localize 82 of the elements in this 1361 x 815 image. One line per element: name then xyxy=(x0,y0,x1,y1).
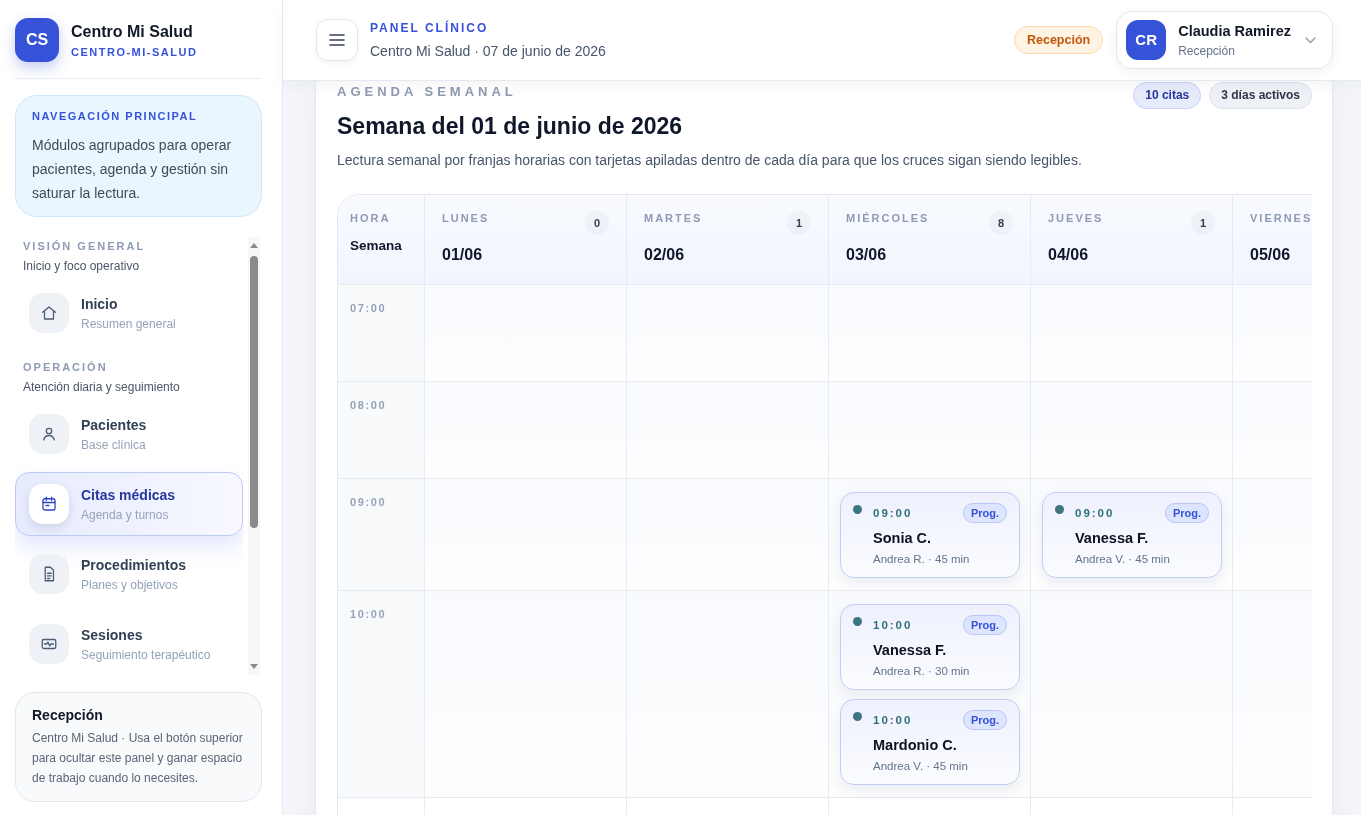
day-name: LUNES xyxy=(442,211,490,225)
nav-item[interactable]: Citas médicas Agenda y turnos xyxy=(15,472,243,536)
appointment-card[interactable]: 09:00 Prog. Vanessa F. Andrea V. · 45 min xyxy=(1042,492,1222,578)
day-name: MARTES xyxy=(644,211,703,225)
panel-subtitle: Centro Mi Salud · 07 de junio de 2026 xyxy=(370,41,606,61)
time-label: 09:00 xyxy=(350,496,388,508)
menu-icon[interactable] xyxy=(329,34,345,46)
day-count-badge: 1 xyxy=(787,211,811,235)
nav-item[interactable]: Procedimientos Planes y objetivos xyxy=(15,542,243,606)
pulse-card-icon xyxy=(29,624,69,664)
status-badge: Prog. xyxy=(962,503,1007,523)
status-dot-icon xyxy=(1055,505,1064,514)
day-date: 05/06 xyxy=(1250,245,1292,265)
scrollbar-thumb[interactable] xyxy=(250,256,258,528)
time-label: 08:00 xyxy=(350,399,388,411)
day-date: 01/06 xyxy=(442,245,484,265)
scroll-up-arrow-icon[interactable] xyxy=(250,243,258,248)
week-label: Semana xyxy=(350,237,403,255)
section-label: VISIÓN GENERAL xyxy=(22,239,147,253)
user-avatar: CR xyxy=(1126,20,1167,60)
role-badge: Recepción xyxy=(1013,26,1104,54)
panel-eyebrow: PANEL CLÍNICO xyxy=(370,19,490,36)
agenda-description: Lectura semanal por franjas horarias con tarjetas apiladas dentro de cada día para que los cruces sigan siendo legibles. xyxy=(337,151,1082,170)
nav-info-title: NAVEGACIÓN PRINCIPAL xyxy=(32,109,199,123)
appointment-detail: Andrea R. · 30 min xyxy=(873,664,971,679)
section-subtitle: Inicio y foco operativo xyxy=(22,258,141,274)
appointment-card[interactable]: 10:00 Prog. Vanessa F. Andrea R. · 30 min xyxy=(840,604,1020,690)
patient-name: Vanessa F. xyxy=(873,641,948,659)
day-count-badge: 0 xyxy=(585,211,609,235)
status-badge: Prog. xyxy=(962,615,1007,635)
appointment-time: 09:00 xyxy=(873,506,913,520)
agenda-eyebrow: AGENDA SEMANAL xyxy=(337,84,518,100)
day-date: 04/06 xyxy=(1048,245,1090,265)
day-date: 02/06 xyxy=(644,245,686,265)
status-dot-icon xyxy=(853,712,862,721)
appointment-detail: Andrea R. · 45 min xyxy=(873,552,971,567)
status-badge: Prog. xyxy=(1164,503,1209,523)
patient-name: Mardonio C. xyxy=(873,736,958,754)
status-dot-icon xyxy=(853,617,862,626)
patient-name: Vanessa F. xyxy=(1075,529,1150,547)
day-date: 03/06 xyxy=(846,245,888,265)
nav-info-text: Módulos agrupados para operar pacientes, agenda y gestión sin saturar la lectura. xyxy=(32,136,233,203)
appointment-detail: Andrea V. · 45 min xyxy=(873,759,969,774)
time-label: 07:00 xyxy=(350,302,388,314)
user-menu-button[interactable]: CR Claudia Ramirez Recepción xyxy=(1116,11,1333,69)
role-info-title: Recepción xyxy=(32,706,104,724)
brand-slug: CENTRO-MI-SALUD xyxy=(71,45,198,59)
scrollbar-track[interactable] xyxy=(248,237,260,675)
appointment-time: 10:00 xyxy=(873,713,913,727)
nav-item[interactable]: Pacientes Base clínica xyxy=(15,402,243,466)
document-icon xyxy=(29,554,69,594)
status-dot-icon xyxy=(853,505,862,514)
appointment-card[interactable]: 09:00 Prog. Sonia C. Andrea R. · 45 min xyxy=(840,492,1020,578)
agenda-title: Semana del 01 de junio de 2026 xyxy=(337,112,684,140)
chevron-down-icon xyxy=(1305,36,1316,44)
section-subtitle: Atención diaria y seguimiento xyxy=(22,379,181,395)
scroll-down-arrow-icon[interactable] xyxy=(250,664,258,669)
patient-name: Sonia C. xyxy=(873,529,932,547)
brand-avatar: CS xyxy=(15,18,59,62)
day-name: VIERNES xyxy=(1250,211,1312,225)
status-badge: Prog. xyxy=(962,710,1007,730)
calendar-icon xyxy=(29,484,69,524)
appointments-count-badge: 10 citas xyxy=(1133,82,1202,109)
menu-button[interactable] xyxy=(316,19,358,61)
home-icon xyxy=(29,293,69,333)
time-label: 10:00 xyxy=(350,608,388,620)
column-label: HORA xyxy=(350,211,392,225)
day-name: JUEVES xyxy=(1048,211,1104,225)
role-info-text: Centro Mi Salud · Usa el botón superior para ocultar este panel y ganar espacio de trabajo cuando lo necesites. xyxy=(32,730,244,787)
appointment-time: 10:00 xyxy=(873,618,913,632)
section-label: OPERACIÓN xyxy=(22,360,109,374)
day-name: MIÉRCOLES xyxy=(846,211,930,225)
day-count-badge: 8 xyxy=(989,211,1013,235)
day-count-badge: 1 xyxy=(1191,211,1215,235)
active-days-badge: 3 días activos xyxy=(1209,82,1312,109)
nav-item[interactable]: Inicio Resumen general xyxy=(15,281,243,345)
person-icon xyxy=(29,414,69,454)
appointment-time: 09:00 xyxy=(1075,506,1115,520)
appointment-card[interactable]: 10:00 Prog. Mardonio C. Andrea V. · 45 min xyxy=(840,699,1020,785)
nav-item[interactable]: Sesiones Seguimiento terapéutico xyxy=(15,612,243,676)
brand-name: Centro Mi Salud xyxy=(71,22,194,42)
appointment-detail: Andrea V. · 45 min xyxy=(1075,552,1171,567)
